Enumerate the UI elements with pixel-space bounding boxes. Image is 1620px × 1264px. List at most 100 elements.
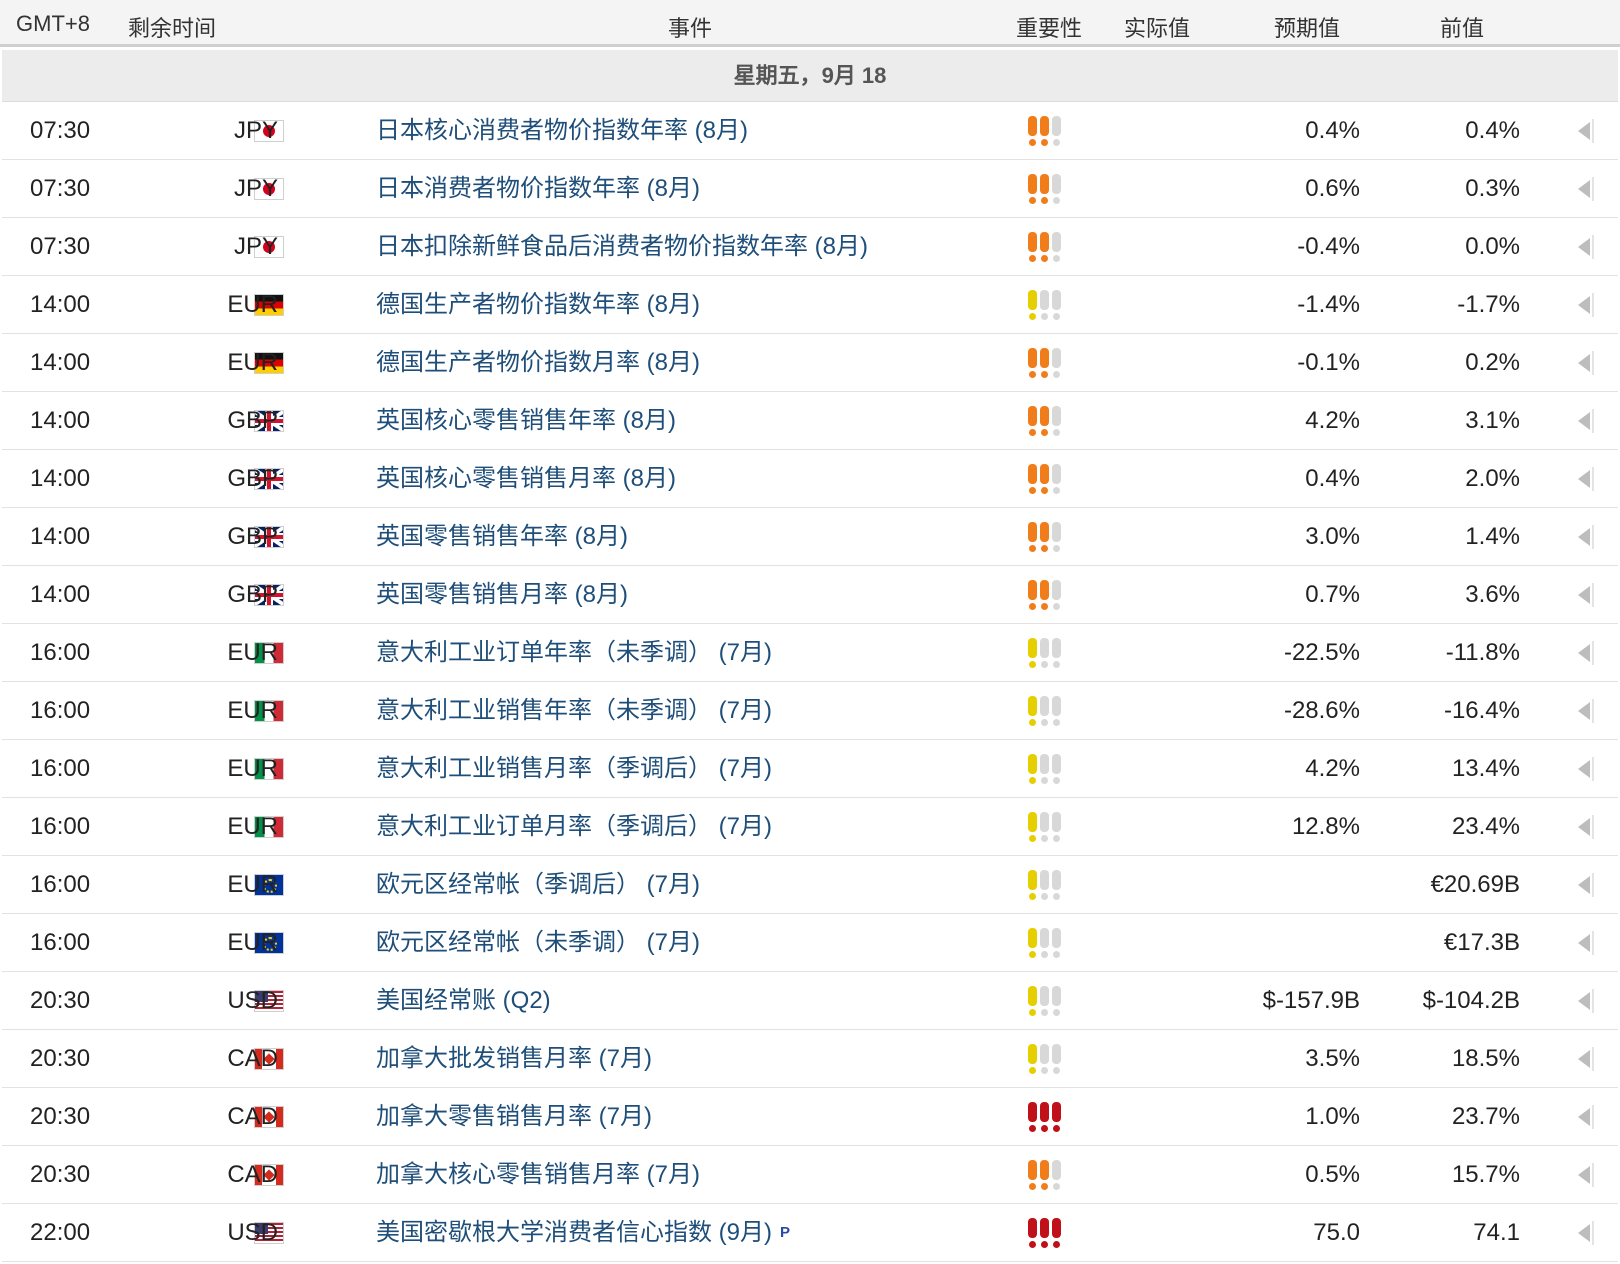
event-previous: 0.0% — [1465, 233, 1520, 260]
expand-arrow-icon[interactable] — [1578, 757, 1594, 781]
expand-arrow-icon[interactable] — [1578, 1163, 1594, 1187]
exclamation-icon — [1028, 174, 1037, 204]
exclamation-icon — [1028, 464, 1037, 494]
event-link[interactable]: 欧元区经常帐（季调后） (7月) — [376, 856, 700, 914]
event-time: 14:00 — [30, 523, 91, 550]
event-link[interactable]: 加拿大核心零售销售月率 (7月) — [376, 1146, 700, 1204]
expand-arrow-icon[interactable] — [1578, 1221, 1594, 1245]
table-row[interactable]: 07:30 JPY 日本扣除新鲜食品后消费者物价指数年率 (8月) -0.4% 0.0% — [2, 218, 1618, 276]
importance-icon — [1028, 1044, 1061, 1074]
event-forecast: 3.0% — [1305, 523, 1360, 550]
event-previous: -1.7% — [1457, 291, 1520, 318]
exclamation-icon — [1040, 522, 1049, 552]
event-time: 14:00 — [30, 465, 91, 492]
table-row[interactable]: 16:00 EUR 意大利工业销售月率（季调后） (7月) 4.2% 13.4% — [2, 740, 1618, 798]
expand-arrow-icon[interactable] — [1578, 583, 1594, 607]
table-row[interactable]: 22:00 USD 美国密歇根大学消费者信心指数 (9月) 75.0 74.1 P — [2, 1204, 1618, 1262]
event-link[interactable]: 德国生产者物价指数年率 (8月) — [376, 276, 700, 334]
exclamation-icon — [1040, 1044, 1049, 1074]
event-link[interactable]: 日本核心消费者物价指数年率 (8月) — [376, 102, 748, 160]
exclamation-icon — [1052, 1044, 1061, 1074]
event-previous: -16.4% — [1443, 697, 1520, 724]
importance-icon — [1028, 580, 1061, 610]
event-currency: EUR — [227, 755, 278, 782]
event-time: 07:30 — [30, 117, 91, 144]
event-link[interactable]: 英国核心零售销售月率 (8月) — [376, 450, 676, 508]
expand-arrow-icon[interactable] — [1578, 177, 1594, 201]
event-time: 20:30 — [30, 1045, 91, 1072]
table-row[interactable]: 16:00 EUR 意大利工业订单年率（未季调） (7月) -22.5% -11.8% — [2, 624, 1618, 682]
event-link[interactable]: 意大利工业订单月率（季调后） (7月) — [376, 798, 772, 856]
expand-arrow-icon[interactable] — [1578, 873, 1594, 897]
table-row[interactable]: 20:30 CAD 加拿大批发销售月率 (7月) 3.5% 18.5% — [2, 1030, 1618, 1088]
exclamation-icon — [1052, 464, 1061, 494]
event-link[interactable]: 日本扣除新鲜食品后消费者物价指数年率 (8月) — [376, 218, 868, 276]
event-previous: 0.4% — [1465, 117, 1520, 144]
event-time: 16:00 — [30, 929, 91, 956]
event-forecast: 0.6% — [1305, 175, 1360, 202]
event-currency: GBP — [227, 407, 278, 434]
timezone-selector[interactable]: GMT+8 — [16, 11, 90, 37]
expand-arrow-icon[interactable] — [1578, 641, 1594, 665]
event-time: 20:30 — [30, 987, 91, 1014]
table-row[interactable]: 07:30 JPY 日本核心消费者物价指数年率 (8月) 0.4% 0.4% — [2, 102, 1618, 160]
event-link[interactable]: 意大利工业销售年率（未季调） (7月) — [376, 682, 772, 740]
exclamation-icon — [1052, 754, 1061, 784]
exclamation-icon — [1028, 522, 1037, 552]
expand-arrow-icon[interactable] — [1578, 293, 1594, 317]
table-row[interactable]: 14:00 EUR 德国生产者物价指数月率 (8月) -0.1% 0.2% — [2, 334, 1618, 392]
table-row[interactable]: 20:30 CAD 加拿大零售销售月率 (7月) 1.0% 23.7% — [2, 1088, 1618, 1146]
expand-arrow-icon[interactable] — [1578, 815, 1594, 839]
table-row[interactable]: 16:00 EUR 欧元区经常帐（未季调） (7月) €17.3B — [2, 914, 1618, 972]
table-row[interactable]: 07:30 JPY 日本消费者物价指数年率 (8月) 0.6% 0.3% — [2, 160, 1618, 218]
event-previous: -11.8% — [1445, 639, 1520, 666]
expand-arrow-icon[interactable] — [1578, 409, 1594, 433]
event-link[interactable]: 加拿大批发销售月率 (7月) — [376, 1030, 652, 1088]
exclamation-icon — [1028, 812, 1037, 842]
event-link[interactable]: 欧元区经常帐（未季调） (7月) — [376, 914, 700, 972]
expand-arrow-icon[interactable] — [1578, 119, 1594, 143]
exclamation-icon — [1040, 464, 1049, 494]
event-previous: $-104.2B — [1422, 987, 1520, 1014]
exclamation-icon — [1040, 754, 1049, 784]
event-currency: USD — [227, 1219, 278, 1246]
exclamation-icon — [1040, 290, 1049, 320]
expand-arrow-icon[interactable] — [1578, 989, 1594, 1013]
table-row[interactable]: 20:30 USD 美国经常账 (Q2) $-157.9B $-104.2B — [2, 972, 1618, 1030]
exclamation-icon — [1040, 232, 1049, 262]
table-row[interactable]: 16:00 EUR 意大利工业订单月率（季调后） (7月) 12.8% 23.4% — [2, 798, 1618, 856]
event-link[interactable]: 英国零售销售年率 (8月) — [376, 508, 628, 566]
event-link[interactable]: 日本消费者物价指数年率 (8月) — [376, 160, 700, 218]
table-row[interactable]: 14:00 GBP 英国核心零售销售年率 (8月) 4.2% 3.1% — [2, 392, 1618, 450]
exclamation-icon — [1040, 1218, 1049, 1248]
event-link[interactable]: 德国生产者物价指数月率 (8月) — [376, 334, 700, 392]
event-link[interactable]: 美国密歇根大学消费者信心指数 (9月) — [376, 1204, 772, 1262]
event-previous: €17.3B — [1443, 929, 1520, 956]
table-row[interactable]: 20:30 CAD 加拿大核心零售销售月率 (7月) 0.5% 15.7% — [2, 1146, 1618, 1204]
table-row[interactable]: 14:00 GBP 英国核心零售销售月率 (8月) 0.4% 2.0% — [2, 450, 1618, 508]
event-link[interactable]: 美国经常账 (Q2) — [376, 972, 551, 1030]
table-row[interactable]: 14:00 GBP 英国零售销售年率 (8月) 3.0% 1.4% — [2, 508, 1618, 566]
expand-arrow-icon[interactable] — [1578, 525, 1594, 549]
exclamation-icon — [1040, 174, 1049, 204]
table-row[interactable]: 16:00 EUR 欧元区经常帐（季调后） (7月) €20.69B — [2, 856, 1618, 914]
expand-arrow-icon[interactable] — [1578, 931, 1594, 955]
importance-icon — [1028, 638, 1061, 668]
event-link[interactable]: 英国零售销售月率 (8月) — [376, 566, 628, 624]
expand-arrow-icon[interactable] — [1578, 1047, 1594, 1071]
event-forecast: 3.5% — [1305, 1045, 1360, 1072]
table-row[interactable]: 14:00 EUR 德国生产者物价指数年率 (8月) -1.4% -1.7% — [2, 276, 1618, 334]
event-link[interactable]: 加拿大零售销售月率 (7月) — [376, 1088, 652, 1146]
expand-arrow-icon[interactable] — [1578, 467, 1594, 491]
event-link[interactable]: 意大利工业销售月率（季调后） (7月) — [376, 740, 772, 798]
event-link[interactable]: 英国核心零售销售年率 (8月) — [376, 392, 676, 450]
table-row[interactable]: 14:00 GBP 英国零售销售月率 (8月) 0.7% 3.6% — [2, 566, 1618, 624]
expand-arrow-icon[interactable] — [1578, 1105, 1594, 1129]
event-link[interactable]: 意大利工业订单年率（未季调） (7月) — [376, 624, 772, 682]
exclamation-icon — [1028, 1160, 1037, 1190]
event-time: 14:00 — [30, 581, 91, 608]
expand-arrow-icon[interactable] — [1578, 699, 1594, 723]
table-row[interactable]: 16:00 EUR 意大利工业销售年率（未季调） (7月) -28.6% -16.4% — [2, 682, 1618, 740]
expand-arrow-icon[interactable] — [1578, 351, 1594, 375]
expand-arrow-icon[interactable] — [1578, 235, 1594, 259]
